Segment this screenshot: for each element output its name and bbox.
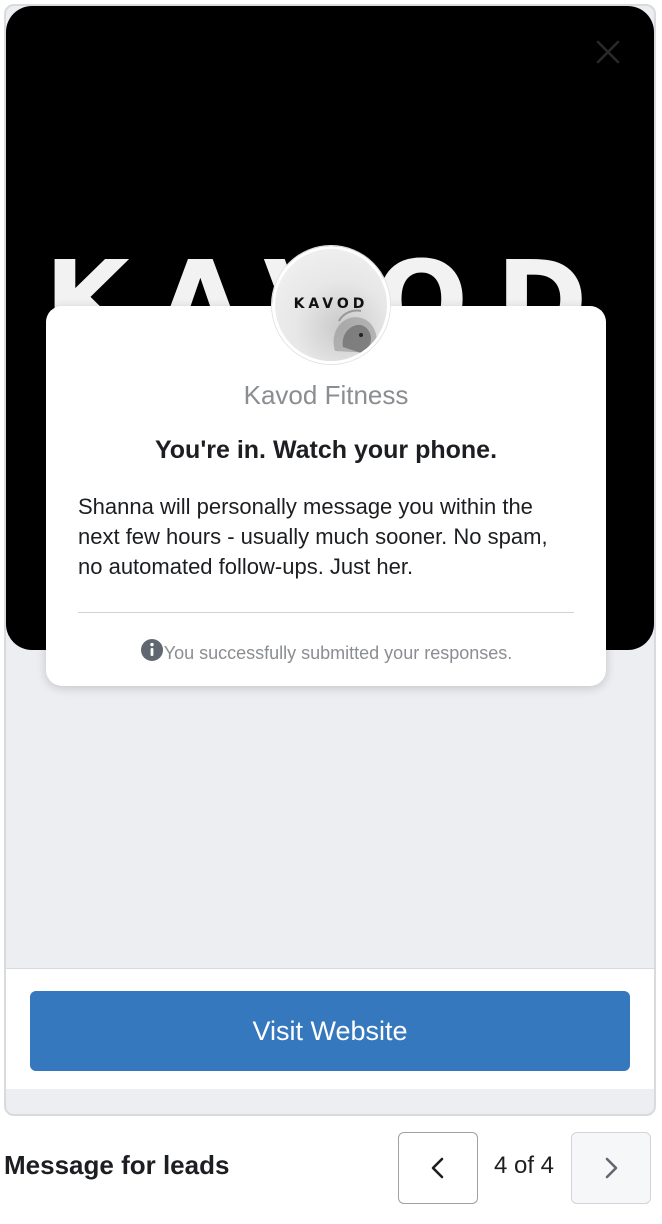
previous-button[interactable] bbox=[398, 1132, 478, 1204]
divider bbox=[78, 612, 574, 613]
confirmation-card: KAVOD Kavod Fitness You're in. Watch you… bbox=[46, 246, 606, 686]
visit-website-button[interactable]: Visit Website bbox=[30, 991, 630, 1071]
advertiser-name: Kavod Fitness bbox=[243, 380, 409, 410]
pager-status: 4 of 4 bbox=[493, 1152, 555, 1179]
submission-notice: You successfully submitted your response… bbox=[46, 638, 606, 664]
confirmation-message: Shanna will personally message you withi… bbox=[78, 494, 548, 579]
close-icon[interactable] bbox=[594, 38, 622, 66]
preview-footer: Visit Website bbox=[6, 968, 654, 1089]
chevron-right-icon bbox=[605, 1157, 618, 1179]
avatar: KAVOD bbox=[272, 246, 390, 364]
confirmation-headline: You're in. Watch your phone. bbox=[154, 436, 498, 464]
section-title: Message for leads bbox=[4, 1150, 230, 1180]
ad-preview-frame: KAVOD KAVOD Kavod Fitness You're in. Wat… bbox=[4, 4, 656, 1116]
submission-notice-text: You successfully submitted your response… bbox=[163, 643, 513, 663]
next-button[interactable] bbox=[571, 1132, 651, 1204]
lion-icon bbox=[333, 309, 377, 353]
info-icon bbox=[140, 639, 163, 661]
chevron-left-icon bbox=[431, 1157, 444, 1179]
